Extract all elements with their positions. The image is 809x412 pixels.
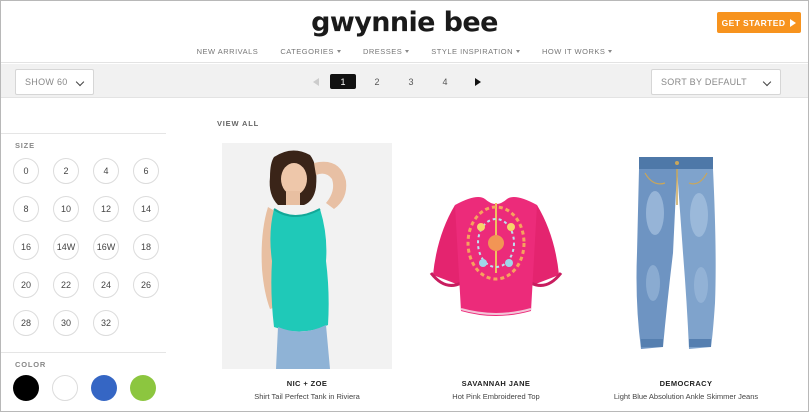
size-option[interactable]: 8 [13, 196, 39, 222]
color-swatch-black[interactable] [13, 375, 39, 401]
listing-toolbar: SHOW 60 1 2 3 4 SORT BY DEFAULT [1, 64, 808, 98]
size-option[interactable]: 10 [53, 196, 79, 222]
size-option[interactable]: 14W [53, 234, 79, 260]
pink-blouse-image [411, 143, 581, 369]
nav-dresses[interactable]: DRESSES [352, 47, 420, 56]
product-brand[interactable]: NIC + ZOE [222, 379, 392, 388]
nav-label: CATEGORIES [280, 47, 334, 56]
product-card[interactable]: SAVANNAH JANE Hot Pink Embroidered Top [411, 143, 581, 401]
filter-sidebar: SIZE 0 2 4 6 8 10 12 14 16 14W 16W 18 20… [1, 98, 166, 411]
play-arrow-icon [790, 18, 797, 27]
brand-logo[interactable]: gwynnie bee [1, 7, 808, 38]
size-options: 0 2 4 6 8 10 12 14 16 14W 16W 18 20 22 2… [13, 158, 159, 336]
product-name[interactable]: Shirt Tail Perfect Tank in Riviera [222, 392, 392, 401]
size-option[interactable]: 22 [53, 272, 79, 298]
show-count-select[interactable]: SHOW 60 [15, 69, 94, 95]
size-option[interactable]: 16W [93, 234, 119, 260]
color-filter-title: COLOR [15, 360, 47, 369]
color-swatch-green[interactable] [130, 375, 156, 401]
view-all-link[interactable]: VIEW ALL [217, 119, 259, 128]
size-option[interactable]: 20 [13, 272, 39, 298]
caret-down-icon [516, 50, 521, 53]
product-name[interactable]: Hot Pink Embroidered Top [411, 392, 581, 401]
main-nav: NEW ARRIVALS CATEGORIES DRESSES STYLE IN… [1, 47, 808, 56]
sort-value: SORT BY DEFAULT [661, 77, 747, 87]
show-count-value: SHOW 60 [25, 77, 68, 87]
size-option[interactable]: 26 [133, 272, 159, 298]
product-card[interactable]: DEMOCRACY Light Blue Absolution Ankle Sk… [601, 143, 771, 401]
nav-label: STYLE INSPIRATION [431, 47, 514, 56]
size-option[interactable]: 28 [13, 310, 39, 336]
size-option[interactable]: 24 [93, 272, 119, 298]
chevron-down-icon [75, 77, 85, 87]
size-option[interactable]: 4 [93, 158, 119, 184]
get-started-label: GET STARTED [721, 17, 786, 28]
size-option[interactable]: 32 [93, 310, 119, 336]
product-image[interactable] [411, 143, 581, 369]
size-option[interactable]: 18 [133, 234, 159, 260]
page-frame: gwynnie bee GET STARTED NEW ARRIVALS CAT… [0, 0, 809, 412]
size-option[interactable]: 12 [93, 196, 119, 222]
page-3-button[interactable]: 3 [398, 74, 424, 89]
product-brand[interactable]: SAVANNAH JANE [411, 379, 581, 388]
size-filter-title: SIZE [15, 141, 35, 150]
nav-style-inspiration[interactable]: STYLE INSPIRATION [420, 47, 531, 56]
size-option[interactable]: 2 [53, 158, 79, 184]
page-4-button[interactable]: 4 [432, 74, 458, 89]
page-2-button[interactable]: 2 [364, 74, 390, 89]
divider [1, 352, 166, 353]
product-card[interactable]: NIC + ZOE Shirt Tail Perfect Tank in Riv… [222, 143, 392, 401]
arrow-left-icon [313, 77, 319, 86]
arrow-right-icon [475, 77, 481, 86]
product-image[interactable] [601, 143, 771, 369]
caret-down-icon [336, 50, 341, 53]
get-started-button[interactable]: GET STARTED [717, 12, 801, 33]
nav-how-it-works[interactable]: HOW IT WORKS [531, 47, 623, 56]
divider [1, 133, 166, 134]
caret-down-icon [405, 50, 410, 53]
page-1-button[interactable]: 1 [330, 74, 356, 89]
prev-page-button[interactable] [306, 74, 326, 89]
color-swatch-blue[interactable] [91, 375, 117, 401]
teal-tank-model-image [222, 143, 392, 369]
product-name[interactable]: Light Blue Absolution Ankle Skimmer Jean… [601, 392, 771, 401]
pagination: 1 2 3 4 [306, 74, 488, 89]
product-brand[interactable]: DEMOCRACY [601, 379, 771, 388]
sort-select[interactable]: SORT BY DEFAULT [651, 69, 781, 95]
color-swatch-white[interactable] [52, 375, 78, 401]
nav-label: NEW ARRIVALS [196, 47, 259, 56]
product-image[interactable] [222, 143, 392, 369]
size-option[interactable]: 6 [133, 158, 159, 184]
size-option[interactable]: 0 [13, 158, 39, 184]
nav-label: DRESSES [362, 47, 403, 56]
site-header: gwynnie bee GET STARTED NEW ARRIVALS CAT… [1, 1, 808, 63]
nav-categories[interactable]: CATEGORIES [269, 47, 352, 56]
color-options [13, 375, 156, 401]
size-option[interactable]: 14 [133, 196, 159, 222]
nav-label: HOW IT WORKS [542, 47, 606, 56]
size-option[interactable]: 30 [53, 310, 79, 336]
size-option[interactable]: 16 [13, 234, 39, 260]
caret-down-icon [608, 50, 613, 53]
chevron-down-icon [762, 77, 772, 87]
jeans-image [601, 143, 771, 369]
next-page-button[interactable] [468, 74, 488, 89]
nav-new-arrivals[interactable]: NEW ARRIVALS [186, 47, 270, 56]
